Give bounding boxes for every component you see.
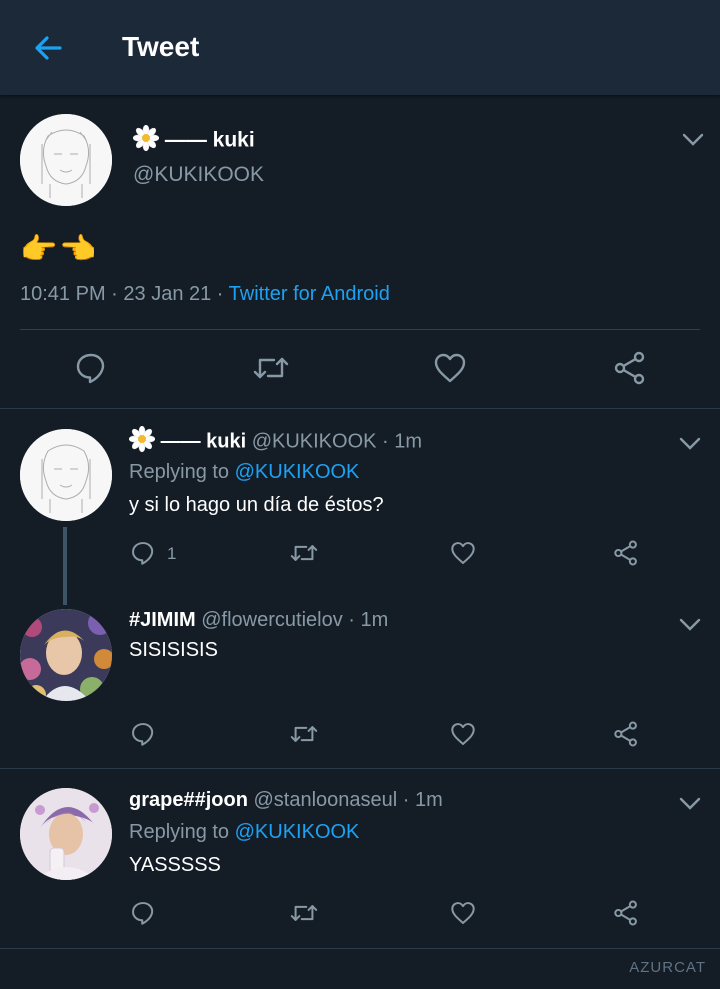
display-name[interactable]: #JIMIM [129, 609, 196, 631]
tweet-time: 10:41 PM [20, 283, 106, 305]
tweet-source-link[interactable]: Twitter for Android [229, 283, 390, 305]
replying-to-label: Replying to [129, 461, 235, 483]
author-name-row: #JIMIM @flowercutielov · 1m [129, 609, 388, 632]
reply-icon[interactable] [130, 721, 156, 747]
author-name-row: —— kuki [132, 124, 255, 157]
replying-to: Replying to @KUKIKOOK [129, 821, 359, 844]
tweet-text: 👉👈 [20, 233, 99, 266]
replying-to-link[interactable]: @KUKIKOOK [235, 821, 360, 843]
retweet-icon[interactable] [289, 540, 319, 566]
chevron-down-icon[interactable] [679, 437, 701, 451]
like-heart-icon[interactable] [433, 351, 467, 385]
avatar[interactable] [20, 114, 112, 206]
chevron-down-icon[interactable] [682, 133, 704, 147]
reply-tweet[interactable]: —— kuki @KUKIKOOK · 1m Replying to @KUKI… [0, 409, 720, 605]
display-name[interactable]: —— kuki [165, 129, 255, 152]
meta-separator: · [211, 283, 229, 305]
reply-tweet[interactable]: grape##joon @stanloonaseul · 1m Replying… [0, 769, 720, 948]
daisy-icon [132, 124, 160, 157]
share-icon[interactable] [612, 721, 640, 747]
share-icon[interactable] [612, 540, 640, 566]
reply-time: · 1m [397, 789, 443, 811]
author-name-row: grape##joon @stanloonaseul · 1m [129, 789, 443, 812]
page-title: Tweet [122, 31, 200, 62]
replying-to: Replying to @KUKIKOOK [129, 461, 359, 484]
chevron-down-icon[interactable] [679, 797, 701, 811]
divider [0, 948, 720, 949]
display-name[interactable]: grape##joon [129, 789, 248, 811]
tweet-date: 23 Jan 21 [123, 283, 212, 305]
avatar[interactable] [20, 609, 112, 701]
main-tweet: —— kuki @KUKIKOOK 👉👈 10:41 PM · 23 Jan 2… [0, 95, 720, 409]
retweet-icon[interactable] [252, 351, 290, 385]
author-handle[interactable]: @KUKIKOOK [133, 163, 264, 187]
share-icon[interactable] [612, 351, 648, 385]
share-icon[interactable] [612, 900, 640, 926]
author-handle[interactable]: @KUKIKOOK [252, 430, 377, 452]
display-name[interactable]: —— kuki [161, 430, 247, 452]
reply-text: YASSSSS [129, 854, 221, 876]
avatar[interactable] [20, 788, 112, 880]
reply-text: SISISISIS [129, 639, 218, 661]
reply-time: · 1m [376, 430, 423, 453]
watermark: AZURCAT [629, 959, 706, 976]
author-handle[interactable]: @flowercutielov [201, 609, 342, 631]
divider [20, 329, 700, 330]
reply-time: · 1m [342, 609, 389, 631]
reply-icon[interactable] [130, 540, 156, 566]
reply-text: y si lo hago un día de éstos? [129, 494, 384, 516]
daisy-icon [128, 425, 156, 458]
retweet-icon[interactable] [289, 900, 319, 926]
top-app-bar: Tweet [0, 0, 720, 95]
reply-tweet[interactable]: #JIMIM @flowercutielov · 1m SISISISIS [0, 589, 720, 768]
retweet-icon[interactable] [289, 721, 319, 747]
tweet-meta: 10:41 PM · 23 Jan 21 · Twitter for Andro… [20, 283, 390, 306]
avatar[interactable] [20, 429, 112, 521]
like-heart-icon[interactable] [450, 540, 476, 566]
reply-icon[interactable] [74, 351, 108, 385]
reply-count: 1 [167, 544, 177, 563]
reply-icon[interactable] [130, 900, 156, 926]
replying-to-label: Replying to [129, 821, 235, 843]
back-arrow-icon[interactable] [30, 30, 66, 66]
like-heart-icon[interactable] [450, 721, 476, 747]
author-handle[interactable]: @stanloonaseul [253, 789, 397, 811]
author-name-row: —— kuki @KUKIKOOK · 1m [128, 425, 423, 458]
like-heart-icon[interactable] [450, 900, 476, 926]
meta-separator: · [105, 283, 124, 305]
replying-to-link[interactable]: @KUKIKOOK [235, 461, 360, 483]
chevron-down-icon[interactable] [679, 618, 701, 632]
